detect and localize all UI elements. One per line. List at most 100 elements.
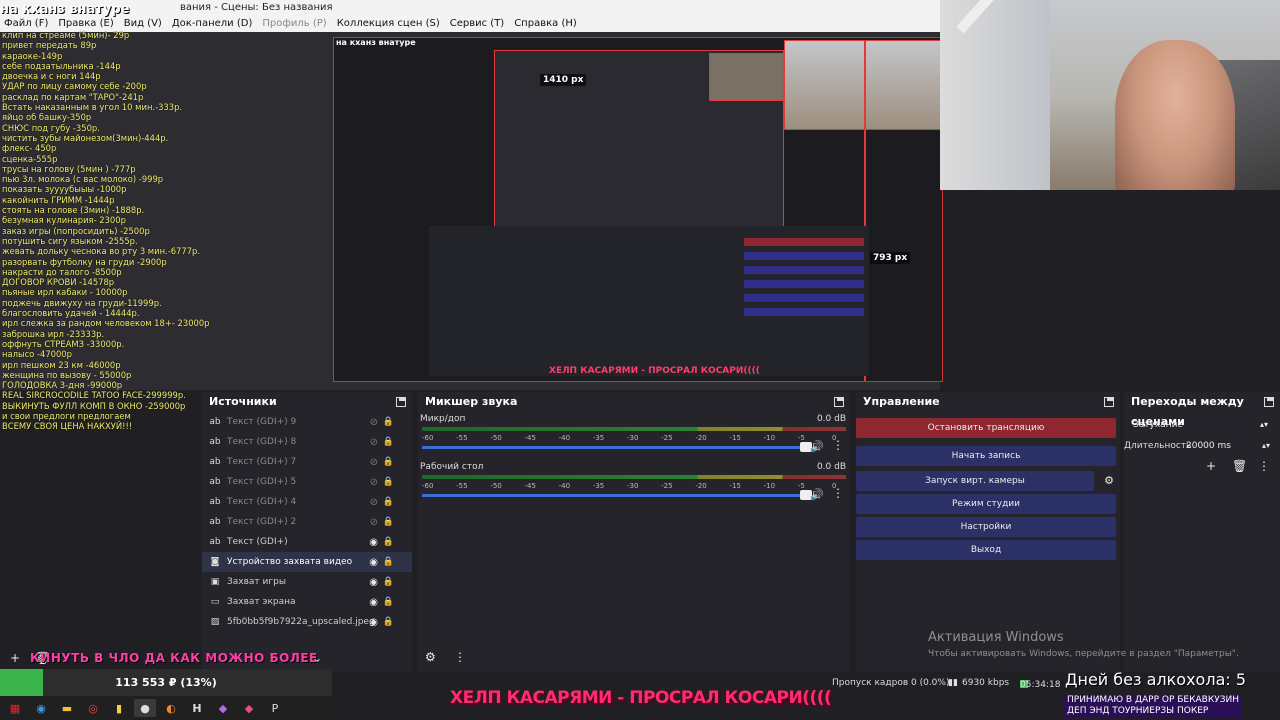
audio-settings-icon[interactable]: ⚙ [425,650,436,664]
source-item[interactable]: ▭ Захват экрана ◉ 🔒 [202,592,412,612]
lock-icon[interactable]: 🔒 [383,497,394,507]
exit-button[interactable]: Выход [856,540,1116,560]
source-item[interactable]: ▨ 5fb0bb5f9b7922a_upscaled.jpeg ◉ 🔒 [202,612,412,632]
chrome-icon[interactable]: ◎ [82,699,104,717]
eye-icon[interactable]: ◉ [369,537,378,548]
app-icon[interactable]: ▦ [4,699,26,717]
source-name: Текст (GDI+) 2 [227,517,297,527]
duration-input[interactable]: 20000 ms [1186,441,1231,451]
source-item[interactable]: ab Текст (GDI+) 5 ⊘ 🔒 [202,472,412,492]
windows-taskbar: ▦ ◉ ▬ ◎ ▮ ● ◐ H ◆ ◆ P [0,696,340,720]
eye-hidden-icon[interactable]: ⊘ [370,417,378,428]
app-icon[interactable]: ◆ [212,699,234,717]
price-list-item: поджечь движуху на груди-11999р. [2,297,162,308]
lock-icon[interactable]: 🔒 [383,577,394,587]
eye-hidden-icon[interactable]: ⊘ [370,457,378,468]
menu-help[interactable]: Справка (H) [514,16,577,32]
studio-mode-button[interactable]: Режим студии [856,494,1116,514]
lock-icon[interactable]: 🔒 [383,557,394,567]
meter-tick-label: -60 [422,434,434,442]
eye-icon[interactable]: ◉ [369,557,378,568]
undock-icon[interactable] [1264,397,1274,407]
eye-hidden-icon[interactable]: ⊘ [370,497,378,508]
price-list-item: яйцо об башку-350р [2,112,92,123]
game-icon[interactable]: ▮ [108,699,130,717]
start-record-button[interactable]: Начать запись [856,446,1116,466]
text-icon: ab [209,417,221,427]
width-label: 1410 px [540,74,587,86]
transition-select[interactable]: Затухание ▴▾ [1130,416,1272,434]
lock-icon[interactable]: 🔒 [383,537,394,547]
lock-icon[interactable]: 🔒 [383,617,394,627]
stop-stream-button[interactable]: Остановить трансляцию [856,418,1116,438]
lock-icon[interactable]: 🔒 [383,437,394,447]
meter-tick-label: -40 [558,434,571,442]
volume-meter [422,475,846,479]
source-item[interactable]: ab Текст (GDI+) 7 ⊘ 🔒 [202,452,412,472]
more-icon[interactable]: ⋮ [832,486,844,500]
app-icon[interactable]: P [264,699,286,717]
add-icon[interactable]: + [1206,459,1216,473]
source-item[interactable]: ab Текст (GDI+) ◉ 🔒 [202,532,412,552]
price-list-item: ДОГОВОР КРОВИ -14578р [2,277,115,288]
price-list-item: расклад по картам "ТАРО"-241р [2,91,144,102]
lock-icon[interactable]: 🔒 [383,477,394,487]
price-list-item: ирл слежка за рандом человеком 18+- 2300… [2,318,210,329]
gamepad-icon: ▣ [210,577,220,587]
eye-icon[interactable]: ◉ [369,577,378,588]
meter-tick-label: -50 [490,434,502,442]
eye-hidden-icon[interactable]: ⊘ [370,437,378,448]
menu-scene-collection[interactable]: Коллекция сцен (S) [337,16,440,32]
price-list-item: ирл пешком 23 км -46000р [2,359,121,370]
settings-button[interactable]: Настройки [856,517,1116,537]
spin-icon[interactable]: ▴▾ [1262,441,1270,450]
lock-icon[interactable]: 🔒 [383,417,394,427]
price-list-item: показать зуууубыыы -1000р [2,184,127,195]
speaker-icon[interactable]: 🔊 [810,488,824,501]
dropped-frames: Пропуск кадров 0 (0.0%) [832,678,950,688]
app-icon[interactable]: ◆ [238,699,260,717]
undock-icon[interactable] [396,397,406,407]
price-list-item: налысо -47000р [2,349,72,360]
lock-icon[interactable]: 🔒 [383,457,394,467]
source-item[interactable]: ab Текст (GDI+) 8 ⊘ 🔒 [202,432,412,452]
source-list: ab Текст (GDI+) 9 ⊘ 🔒 ab Текст (GDI+) 8 ⊘ 🔒 ab Те… [202,412,412,632]
source-item[interactable]: ab Текст (GDI+) 9 ⊘ 🔒 [202,412,412,432]
eye-icon[interactable]: ◉ [369,597,378,608]
folder-icon[interactable]: ▬ [56,699,78,717]
trash-icon[interactable]: 🗑 [1232,459,1247,473]
meter-tick-label: -60 [422,482,434,490]
app-icon[interactable]: ◐ [160,699,182,717]
webcam-feed [940,0,1280,190]
add-scene-icon[interactable]: + [10,651,20,665]
eye-icon[interactable]: ◉ [369,617,378,628]
menu-tools[interactable]: Сервис (T) [450,16,504,32]
lock-icon[interactable]: 🔒 [383,517,394,527]
source-item[interactable]: ab Текст (GDI+) 2 ⊘ 🔒 [202,512,412,532]
text-icon: ab [209,497,221,507]
source-name: Текст (GDI+) 5 [227,477,297,487]
source-item[interactable]: ▣ Захват игры ◉ 🔒 [202,572,412,592]
speaker-icon[interactable]: 🔊 [810,440,824,453]
app-icon[interactable]: H [186,699,208,717]
source-item[interactable]: ◙ Устройство захвата видео ◉ 🔒 [202,552,412,572]
source-item[interactable]: ab Текст (GDI+) 4 ⊘ 🔒 [202,492,412,512]
undock-icon[interactable] [834,397,844,407]
undock-icon[interactable] [1104,397,1114,407]
eye-hidden-icon[interactable]: ⊘ [370,477,378,488]
volume-slider[interactable] [422,494,805,497]
mixer-channel: Рабочий стол 0.0 dB -60 -55 -50 -45 -40 -35 -30 -… [418,460,850,508]
more-icon[interactable]: ⋮ [454,650,466,664]
gear-icon[interactable]: ⚙ [1104,474,1114,487]
price-list-item: Встать наказанным в угол 10 мин.-333р. [2,102,183,113]
volume-slider[interactable] [422,446,805,449]
lock-icon[interactable]: 🔒 [383,597,394,607]
obs-icon[interactable]: ● [134,699,156,717]
more-icon[interactable]: ⋮ [1258,459,1270,473]
more-icon[interactable]: ⋮ [832,438,844,452]
mixer-channel: Микр/доп 0.0 dB -60 -55 -50 -45 -40 -35 -30 -25 -2… [418,412,850,460]
eye-hidden-icon[interactable]: ⊘ [370,517,378,528]
virtual-camera-button[interactable]: Запуск вирт. камеры [856,471,1094,491]
edge-icon[interactable]: ◉ [30,699,52,717]
price-list-item: флекс- 450р [2,143,57,154]
